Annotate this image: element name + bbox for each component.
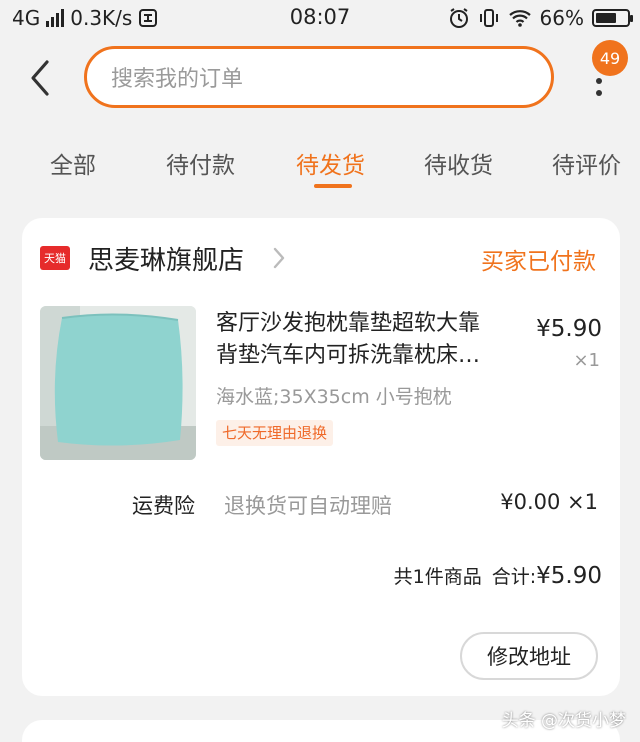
back-arrow-icon	[31, 60, 49, 96]
product-price: ¥5.90	[536, 316, 602, 342]
shop-name[interactable]: 思麦琳旗舰店	[88, 240, 244, 277]
more-icon	[596, 78, 602, 96]
shipping-insurance-desc: 退换货可自动理赔	[224, 494, 392, 518]
watermark: 头条 @次货小梦	[501, 711, 626, 731]
product-image[interactable]	[40, 306, 196, 460]
battery-icon	[592, 9, 633, 27]
status-bar: 4G 0.3K/s 08:07 66%	[0, 0, 640, 36]
pillow-shape	[54, 314, 183, 446]
battery-percent: 66%	[539, 6, 584, 30]
active-tab-indicator	[314, 184, 352, 188]
status-right: 66%	[448, 6, 633, 30]
alarm-icon	[449, 8, 468, 28]
chevron-right-icon[interactable]	[272, 246, 286, 270]
shipping-insurance-label: 运费险	[132, 494, 195, 518]
order-tabs: 全部 待付款 待发货 待收货 待评价	[0, 136, 640, 192]
total-amount: ¥5.90	[536, 563, 602, 589]
order-status: 买家已付款	[481, 249, 596, 275]
total-label: 合计:¥5.90	[491, 563, 602, 589]
item-count: 共1件商品	[393, 566, 482, 588]
product-title-line2: 背垫汽车内可拆洗靠枕床…	[216, 343, 481, 368]
search-input[interactable]: 搜索我的订单	[84, 46, 554, 108]
tab-pending-payment[interactable]: 待付款	[166, 146, 235, 180]
product-quantity: ×1	[573, 350, 600, 371]
tab-pending-shipment[interactable]: 待发货	[296, 146, 365, 180]
back-button[interactable]	[22, 56, 58, 100]
product-title[interactable]: 客厅沙发抱枕靠垫超软大靠 背垫汽车内可拆洗靠枕床…	[216, 308, 516, 372]
message-badge[interactable]: 49	[592, 40, 628, 76]
tmall-logo-icon: 天猫	[40, 246, 70, 270]
tab-pending-review[interactable]: 待评价	[552, 146, 621, 180]
tab-pending-receipt[interactable]: 待收货	[424, 146, 493, 180]
order-summary: 共1件商品 合计:¥5.90	[394, 562, 602, 589]
product-sku: 海水蓝;35X35cm 小号抱枕	[216, 386, 452, 408]
product-title-line1: 客厅沙发抱枕靠垫超软大靠	[216, 311, 481, 336]
return-policy-tag: 七天无理由退换	[216, 420, 334, 446]
order-card[interactable]: 天猫 思麦琳旗舰店 买家已付款 客厅沙发抱枕靠垫超软大靠 背垫汽车内可拆洗靠枕床…	[22, 218, 620, 696]
shipping-insurance-price: ¥0.00 ×1	[500, 490, 598, 514]
search-placeholder: 搜索我的订单	[111, 67, 244, 92]
wifi-icon	[508, 10, 531, 27]
modify-address-button[interactable]: 修改地址	[460, 632, 598, 680]
tab-all[interactable]: 全部	[50, 146, 96, 180]
vibrate-icon	[479, 9, 498, 27]
